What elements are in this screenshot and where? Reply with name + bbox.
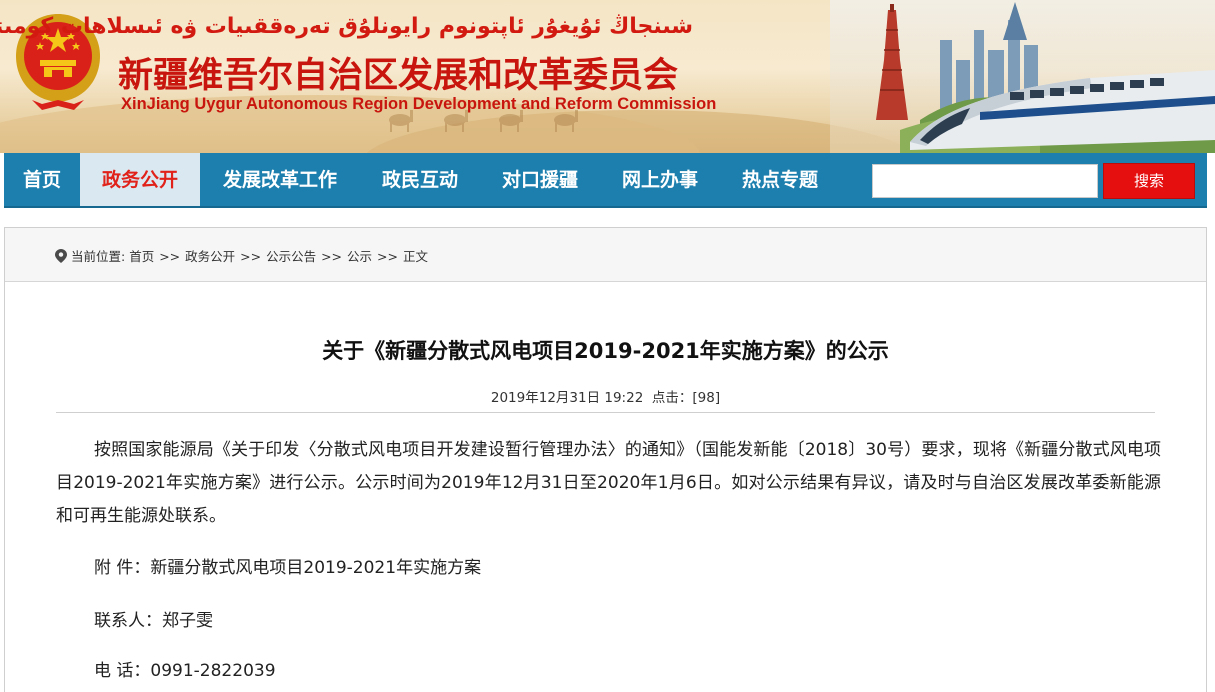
article-body-paragraph: 按照国家能源局《关于印发〈分散式风电项目开发建设暂行管理办法〉的通知》（国能发新… bbox=[56, 440, 1161, 526]
nav-item-public-interaction[interactable]: 政民互动 bbox=[360, 153, 480, 206]
phone-label: 电 话： bbox=[94, 661, 151, 681]
contact-line: 联系人：郑子雯 bbox=[94, 606, 213, 631]
click-count-label: 点击： bbox=[651, 390, 693, 406]
main-nav: 首页 政务公开 发展改革工作 政民互动 对口援疆 网上办事 热点专题 搜索 bbox=[4, 153, 1207, 208]
article-title: 关于《新疆分散式风电项目2019-2021年实施方案》的公示 bbox=[322, 339, 889, 363]
site-title-english: XinJiang Uygur Autonomous Region Develop… bbox=[121, 95, 717, 113]
contact-label: 联系人： bbox=[94, 611, 162, 631]
breadcrumb-item-public-notice[interactable]: 公示 bbox=[347, 249, 372, 264]
title-divider bbox=[56, 412, 1155, 413]
nav-item-hot-topics[interactable]: 热点专题 bbox=[720, 153, 840, 206]
phone-number: 0991-2822039 bbox=[150, 661, 276, 681]
search-button[interactable]: 搜索 bbox=[1103, 163, 1195, 199]
breadcrumb-item-government-affairs[interactable]: 政务公开 bbox=[185, 249, 235, 264]
phone-line: 电 话：0991-2822039 bbox=[94, 656, 276, 681]
attachment-line: 附 件：新疆分散式风电项目2019-2021年实施方案 bbox=[94, 553, 481, 578]
breadcrumb-separator: >> bbox=[240, 249, 262, 264]
nav-item-xinjiang-aid[interactable]: 对口援疆 bbox=[480, 153, 600, 206]
nav-item-development-reform[interactable]: 发展改革工作 bbox=[200, 153, 360, 206]
article-meta: 2019年12月31日 19:22 点击：[98] bbox=[5, 386, 1206, 406]
breadcrumb-separator: >> bbox=[377, 249, 398, 264]
page: شىنجاڭ ئۇيغۇر ئاپتونوم رايونلۇق تەرەققىي… bbox=[0, 0, 1215, 692]
breadcrumb-item-announcements[interactable]: 公示公告 bbox=[266, 249, 316, 264]
breadcrumb-separator: >> bbox=[321, 249, 343, 264]
banner-scenery-decoration bbox=[830, 0, 1215, 153]
nav-item-online-services[interactable]: 网上办事 bbox=[600, 153, 720, 206]
breadcrumb: 当前位置: 首页 >> 政务公开 >> 公示公告 >> 公示 >> 正文 bbox=[55, 246, 428, 265]
header-banner: شىنجاڭ ئۇيغۇر ئاپتونوم رايونلۇق تەرەققىي… bbox=[0, 0, 1215, 153]
content-box: 当前位置: 首页 >> 政务公开 >> 公示公告 >> 公示 >> 正文 关于《… bbox=[4, 227, 1207, 692]
site-title: 新疆维吾尔自治区发展和改革委员会 bbox=[118, 56, 679, 96]
nav-item-home[interactable]: 首页 bbox=[4, 153, 80, 206]
contact-name: 郑子雯 bbox=[162, 611, 213, 631]
breadcrumb-bar: 当前位置: 首页 >> 政务公开 >> 公示公告 >> 公示 >> 正文 bbox=[5, 228, 1206, 282]
uyghur-site-title: شىنجاڭ ئۇيغۇر ئاپتونوم رايونلۇق تەرەققىي… bbox=[0, 14, 693, 39]
breadcrumb-prefix: 当前位置: bbox=[71, 249, 126, 264]
article-date: 2019年12月31日 19:22 bbox=[490, 390, 644, 406]
location-pin-icon bbox=[55, 249, 67, 263]
attachment-label: 附 件： bbox=[94, 558, 151, 578]
nav-item-government-affairs[interactable]: 政务公开 bbox=[80, 153, 200, 206]
click-count-value: [98] bbox=[692, 390, 721, 406]
breadcrumb-separator: >> bbox=[159, 249, 181, 264]
search-input[interactable] bbox=[872, 164, 1098, 198]
breadcrumb-item-current: 正文 bbox=[402, 249, 428, 264]
breadcrumb-item-home[interactable]: 首页 bbox=[129, 249, 154, 264]
attachment-link[interactable]: 新疆分散式风电项目2019-2021年实施方案 bbox=[150, 558, 481, 578]
